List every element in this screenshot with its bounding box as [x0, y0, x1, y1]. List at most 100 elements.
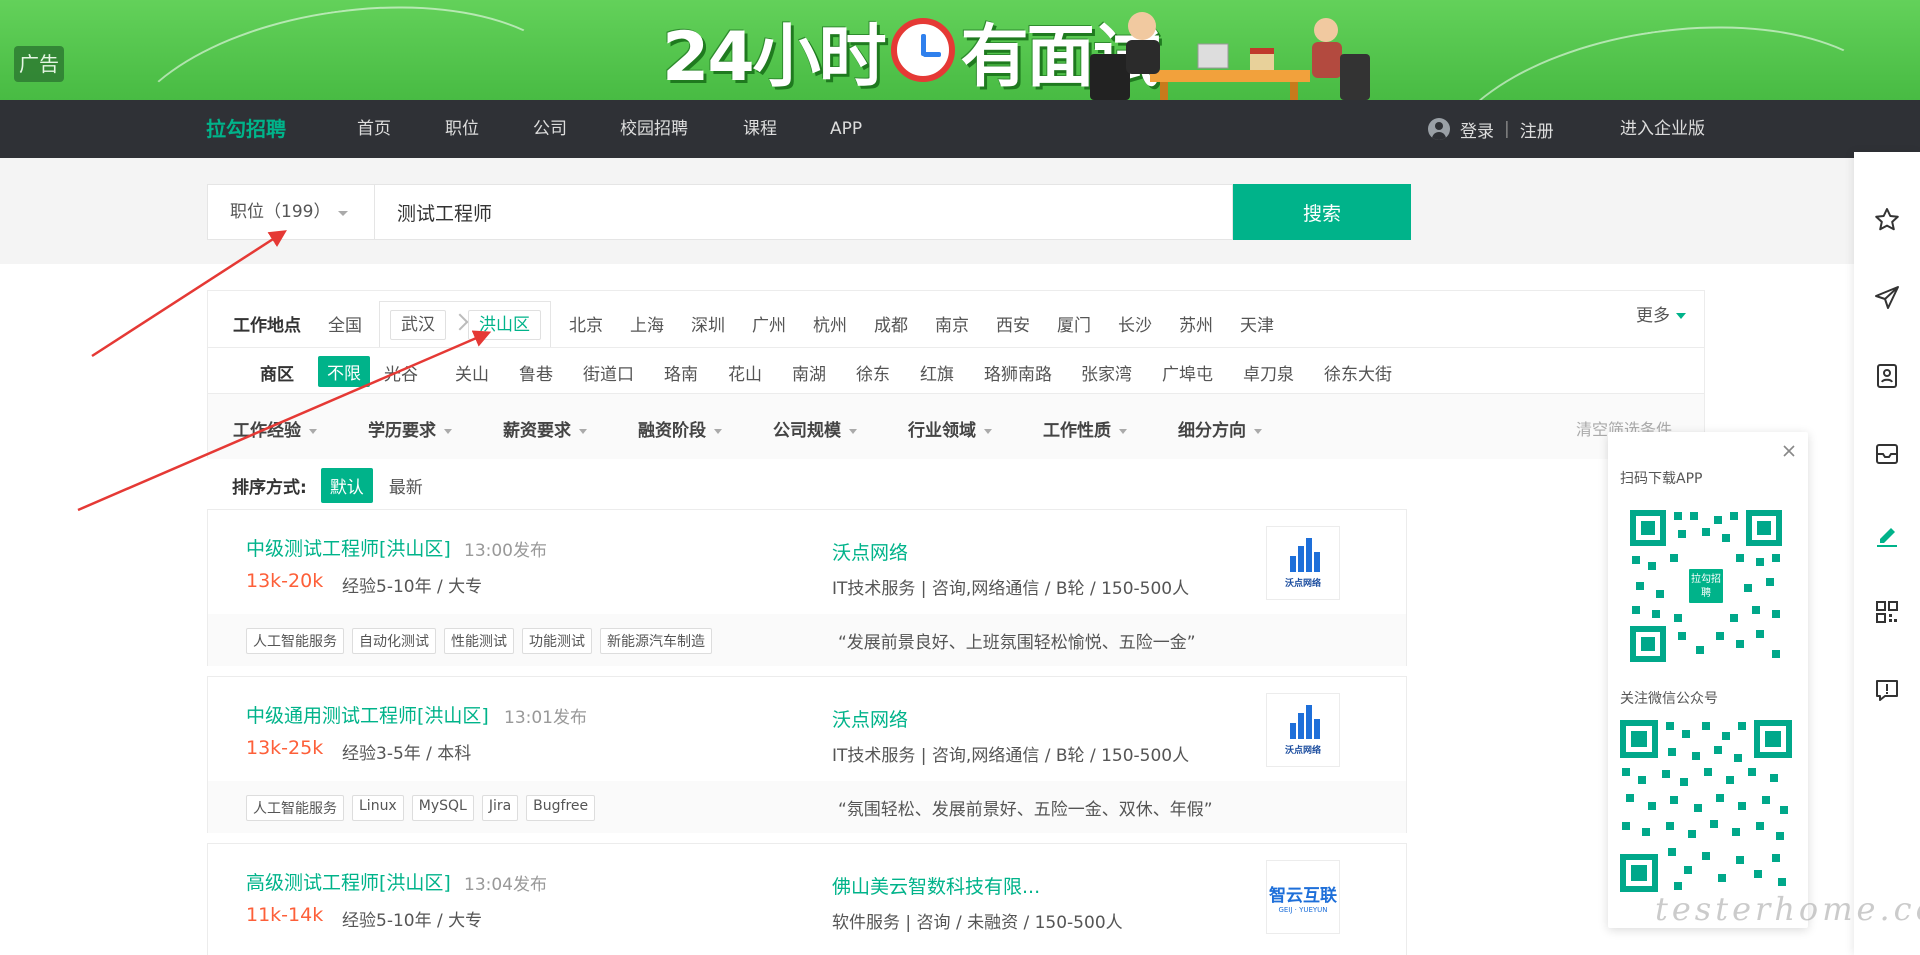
job-title[interactable]: 中级通用测试工程师[洪山区] [246, 701, 489, 728]
district-item[interactable]: 徐东大街 [1324, 360, 1392, 385]
job-salary: 13k-25k [246, 737, 324, 759]
qrcode-icon[interactable] [1873, 598, 1901, 626]
city-item[interactable]: 南京 [935, 311, 969, 336]
search-type-select[interactable]: 职位（199） [207, 184, 375, 240]
inbox-icon[interactable] [1873, 440, 1901, 468]
condition-dropdown[interactable]: 工作性质 [1043, 416, 1127, 441]
job-tag: 人工智能服务 [246, 628, 344, 654]
district-item[interactable]: 花山 [728, 360, 762, 385]
district-item-active[interactable]: 不限 [318, 356, 370, 387]
company-logo-text: 智云互联 [1269, 885, 1337, 906]
company-logo[interactable]: 智云互联 GEIJ · YUEYUN [1266, 860, 1340, 934]
job-tag: 新能源汽车制造 [600, 628, 712, 654]
city-item[interactable]: 天津 [1240, 311, 1274, 336]
condition-label: 融资阶段 [638, 421, 706, 441]
district-item[interactable]: 卓刀泉 [1243, 360, 1294, 385]
district-item[interactable]: 关山 [455, 360, 489, 385]
company-name[interactable]: 沃点网络 [832, 538, 908, 565]
job-title[interactable]: 高级测试工程师[洪山区] [246, 868, 451, 895]
search-input[interactable] [375, 184, 1233, 240]
condition-dropdown[interactable]: 公司规模 [773, 416, 857, 441]
star-icon[interactable] [1873, 206, 1901, 234]
sort-label: 排序方式: [232, 477, 307, 498]
sort-default[interactable]: 默认 [320, 467, 373, 503]
login-link[interactable]: 登录 [1460, 117, 1494, 142]
separator: | [1504, 119, 1510, 139]
right-toolbar [1854, 152, 1920, 955]
sort-latest[interactable]: 最新 [389, 473, 423, 498]
nav-companies[interactable]: 公司 [533, 100, 567, 158]
qr-app-title: 扫码下载APP [1620, 471, 1703, 487]
condition-dropdown[interactable]: 学历要求 [368, 416, 452, 441]
chevron-down-icon [338, 211, 348, 216]
city-item[interactable]: 北京 [569, 311, 603, 336]
district-item[interactable]: 广埠屯 [1162, 360, 1213, 385]
nav-home[interactable]: 首页 [357, 100, 391, 158]
district-item[interactable]: 红旗 [920, 360, 954, 385]
feedback-icon[interactable] [1873, 676, 1901, 704]
job-card[interactable]: 中级测试工程师[洪山区] 13:00发布 13k-20k 经验5-10年 / 大… [207, 509, 1407, 666]
condition-dropdown[interactable]: 细分方向 [1178, 416, 1262, 441]
job-tag: Linux [352, 795, 404, 821]
more-cities-button[interactable]: 更多 [1636, 301, 1686, 326]
condition-dropdown[interactable]: 融资阶段 [638, 416, 722, 441]
district-item[interactable]: 珞南 [664, 360, 698, 385]
send-icon[interactable] [1873, 284, 1901, 312]
ad-banner[interactable]: 广告 24小时 有面试 [0, 0, 1920, 100]
company-name[interactable]: 沃点网络 [832, 705, 908, 732]
nav-app[interactable]: APP [830, 100, 862, 158]
company-name[interactable]: 佛山美云智数科技有限... [832, 872, 1040, 899]
condition-dropdown[interactable]: 工作经验 [233, 416, 317, 441]
district-item[interactable]: 街道口 [583, 360, 634, 385]
district-item[interactable]: 光谷 [384, 360, 418, 385]
selected-district[interactable]: 洪山区 [468, 310, 541, 340]
city-item[interactable]: 杭州 [813, 311, 847, 336]
search-button[interactable]: 搜索 [1233, 184, 1411, 240]
company-logo-text: 沃点网络 [1284, 578, 1321, 589]
office-illustration-icon [1090, 12, 1370, 100]
job-card-main: 高级测试工程师[洪山区] 13:04发布 11k-14k 经验5-10年 / 大… [208, 844, 1406, 948]
city-item[interactable]: 广州 [752, 311, 786, 336]
company-info: 软件服务 | 咨询 / 未融资 / 150-500人 [832, 913, 1123, 933]
ad-label: 广告 [14, 46, 64, 82]
city-item[interactable]: 苏州 [1179, 311, 1213, 336]
job-card[interactable]: 高级测试工程师[洪山区] 13:04发布 11k-14k 经验5-10年 / 大… [207, 843, 1407, 955]
city-item[interactable]: 深圳 [691, 311, 725, 336]
district-item[interactable]: 南湖 [792, 360, 826, 385]
enterprise-link[interactable]: 进入企业版 [1620, 100, 1705, 158]
company-logo[interactable]: 沃点网络 [1266, 693, 1340, 767]
qr-wechat-title: 关注微信公众号 [1620, 691, 1718, 707]
district-item[interactable]: 鲁巷 [519, 360, 553, 385]
resume-icon[interactable] [1873, 362, 1901, 390]
nav-campus[interactable]: 校园招聘 [620, 100, 688, 158]
chevron-down-icon [309, 428, 317, 434]
company-logo[interactable]: 沃点网络 [1266, 526, 1340, 600]
city-item[interactable]: 上海 [630, 311, 664, 336]
nav-jobs[interactable]: 职位 [445, 100, 479, 158]
condition-dropdown[interactable]: 行业领域 [908, 416, 992, 441]
job-card-main: 中级测试工程师[洪山区] 13:00发布 13k-20k 经验5-10年 / 大… [208, 510, 1406, 614]
district-item[interactable]: 徐东 [856, 360, 890, 385]
district-item[interactable]: 张家湾 [1081, 360, 1132, 385]
district-item[interactable]: 珞狮南路 [984, 360, 1052, 385]
condition-row: 工作经验 学历要求 薪资要求 融资阶段 公司规模 行业领域 工作性质 细分方向 … [208, 393, 1704, 459]
selected-city[interactable]: 武汉 [390, 310, 446, 340]
city-item[interactable]: 长沙 [1118, 311, 1152, 336]
search-type-label: 职位（199） [230, 202, 331, 222]
nav-courses[interactable]: 课程 [743, 100, 777, 158]
city-item[interactable]: 厦门 [1057, 311, 1091, 336]
close-icon[interactable] [1780, 442, 1798, 460]
job-tag: 自动化测试 [352, 628, 436, 654]
job-title[interactable]: 中级测试工程师[洪山区] [246, 534, 451, 561]
city-item[interactable]: 西安 [996, 311, 1030, 336]
city-item[interactable]: 成都 [874, 311, 908, 336]
site-logo[interactable]: 拉勾招聘 [206, 100, 286, 158]
banner-headline: 24小时 有面试 [662, 10, 1161, 97]
condition-label: 薪资要求 [503, 421, 571, 441]
condition-dropdown[interactable]: 薪资要求 [503, 416, 587, 441]
job-card[interactable]: 中级通用测试工程师[洪山区] 13:01发布 13k-25k 经验3-5年 / … [207, 676, 1407, 833]
register-link[interactable]: 注册 [1520, 117, 1554, 142]
city-all[interactable]: 全国 [328, 311, 362, 336]
condition-label: 行业领域 [908, 421, 976, 441]
edit-icon[interactable] [1873, 520, 1901, 548]
